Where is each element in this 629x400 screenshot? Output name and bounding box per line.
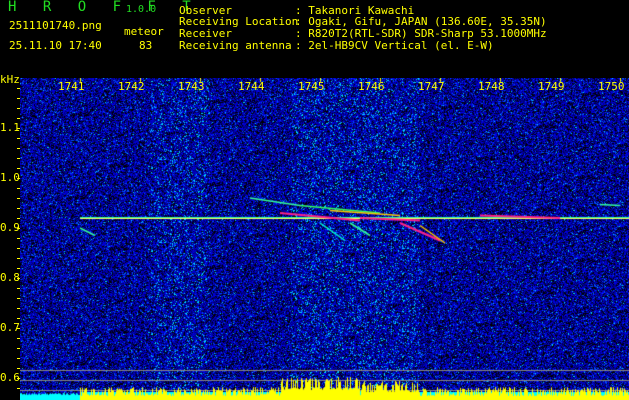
y-tick-mark bbox=[17, 318, 20, 319]
y-tick-mark bbox=[17, 308, 20, 309]
info-value: : 2el-HB9CV Vertical (el. E-W) bbox=[295, 39, 494, 52]
app-version: 1.0.0 bbox=[126, 4, 157, 15]
file-name: 2511101740.png bbox=[9, 19, 102, 32]
meteor-label: meteor bbox=[124, 25, 164, 38]
y-tick-mark bbox=[17, 258, 20, 259]
y-tick-mark bbox=[17, 238, 20, 239]
y-tick-mark bbox=[17, 128, 20, 129]
y-tick-mark bbox=[17, 208, 20, 209]
datetime: 25.11.10 17:40 bbox=[9, 39, 102, 52]
y-tick-mark bbox=[17, 158, 20, 159]
y-tick-mark bbox=[17, 168, 20, 169]
info-receiver: Receiver: R820T2(RTL-SDR) SDR-Sharp 53.1… bbox=[179, 28, 547, 39]
y-tick-mark bbox=[17, 278, 20, 279]
y-tick-mark bbox=[17, 228, 20, 229]
y-tick-mark bbox=[17, 268, 20, 269]
x-tick-label: 1741 bbox=[58, 80, 85, 93]
x-tick-label: 1748 bbox=[478, 80, 505, 93]
x-tick-label: 1742 bbox=[118, 80, 145, 93]
y-tick-mark bbox=[17, 338, 20, 339]
y-tick-mark bbox=[17, 218, 20, 219]
x-tick-label: 1750 bbox=[598, 80, 625, 93]
app-logo: H R O F F T bbox=[8, 0, 200, 15]
x-tick-label: 1746 bbox=[358, 80, 385, 93]
info-key: Receiving Location bbox=[179, 15, 299, 28]
x-tick-label: 1745 bbox=[298, 80, 325, 93]
y-tick-mark bbox=[17, 138, 20, 139]
y-tick-mark bbox=[17, 328, 20, 329]
info-key: Receiver bbox=[179, 27, 232, 40]
info-key: Receiving antenna bbox=[179, 39, 292, 52]
meteor-count: 83 bbox=[139, 39, 153, 52]
x-tick-label: 1749 bbox=[538, 80, 565, 93]
x-tick-label: 1747 bbox=[418, 80, 445, 93]
y-tick-mark bbox=[17, 148, 20, 149]
y-tick-mark bbox=[17, 178, 20, 179]
y-tick-mark bbox=[17, 88, 20, 89]
y-tick-mark bbox=[17, 368, 20, 369]
info-location: Receiving Location: Ogaki, Gifu, JAPAN (… bbox=[179, 16, 547, 27]
spectrogram bbox=[20, 78, 629, 400]
y-tick-mark bbox=[17, 288, 20, 289]
y-tick-mark bbox=[17, 188, 20, 189]
y-tick-mark bbox=[17, 298, 20, 299]
info-antenna: Receiving antenna: 2el-HB9CV Vertical (e… bbox=[179, 40, 494, 51]
y-tick-mark bbox=[17, 358, 20, 359]
y-tick-mark bbox=[17, 348, 20, 349]
y-axis-unit: kHz bbox=[0, 73, 20, 86]
y-tick-mark bbox=[17, 98, 20, 99]
y-tick-mark bbox=[17, 378, 20, 379]
y-tick-mark bbox=[17, 118, 20, 119]
x-tick-label: 1743 bbox=[178, 80, 205, 93]
y-tick-mark bbox=[17, 388, 20, 389]
y-tick-mark bbox=[17, 198, 20, 199]
y-tick-mark bbox=[17, 248, 20, 249]
x-tick-label: 1744 bbox=[238, 80, 265, 93]
y-tick-mark bbox=[17, 108, 20, 109]
